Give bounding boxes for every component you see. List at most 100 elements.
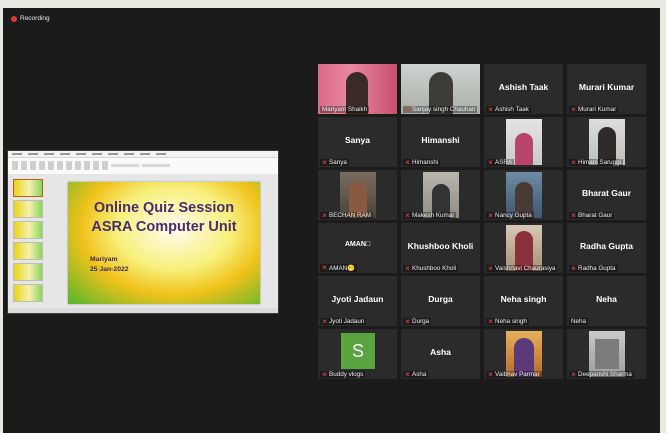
participant-name: Durga [412, 318, 430, 325]
participant-label: ⨯ Neha singh [486, 318, 529, 325]
mic-muted-icon: ⨯ [405, 265, 411, 272]
participant-name: Deepanshi Sharma [578, 371, 632, 378]
participant-name: Himani Saruggi [578, 159, 622, 166]
participant-tile[interactable]: ⨯ ASRA [484, 117, 563, 167]
participant-name: AMAN😶 [329, 265, 356, 272]
participant-label: ⨯ Durga [403, 318, 432, 325]
slide-thumbnail [13, 242, 43, 260]
mic-muted-icon: ⨯ [405, 159, 411, 166]
participant-name: Sanya [329, 159, 347, 166]
participant-display-name: Khushboo Kholi [407, 241, 474, 251]
participant-name: Makesh Kumar [412, 212, 455, 219]
participant-tile[interactable]: Mariyam Shaikh [318, 64, 397, 114]
participant-label: ⨯ Vaishnavi Chaurasiya [486, 265, 558, 272]
participant-tile[interactable]: ⨯ Sanjay singh Chauhan [401, 64, 480, 114]
participant-label: ⨯ Sanjay singh Chauhan [403, 106, 478, 113]
slide-date: 25 Jan-2022 [90, 266, 129, 273]
participant-tile[interactable]: ⨯ Nancy Gupta [484, 170, 563, 220]
participant-tile[interactable]: ⨯ Deepanshi Sharma [567, 329, 646, 379]
participant-label: ⨯ ASRA [486, 159, 515, 166]
participant-display-name: Durga [428, 294, 453, 304]
participant-tile[interactable]: ⨯ BECHAN RAM [318, 170, 397, 220]
meeting-window: Recording Online Quiz Session ASRA Compu… [3, 8, 660, 433]
participant-tile[interactable]: Ashish Taak ⨯ Ashish Taak [484, 64, 563, 114]
mic-muted-icon: ⨯ [405, 371, 411, 378]
ribbon-tabs [8, 151, 278, 158]
mic-muted-icon: ⨯ [488, 265, 494, 272]
slide-thumbnails [10, 179, 44, 305]
participant-tile[interactable]: Bharat Gaur ⨯ Bharat Gaur [567, 170, 646, 220]
participant-label: ⨯ Vaibhav Parmar [486, 371, 542, 378]
video-person [515, 133, 533, 165]
participant-tile[interactable]: Himanshi ⨯ Himanshi [401, 117, 480, 167]
recording-label: Recording [20, 15, 50, 22]
participant-label: ⨯ Khushboo Kholi [403, 265, 459, 272]
participant-display-name: Neha singh [500, 294, 547, 304]
slide-thumbnail [13, 263, 43, 281]
participant-tile[interactable]: ⨯ Makesh Kumar [401, 170, 480, 220]
mic-muted-icon: ⨯ [488, 106, 494, 113]
mic-muted-icon: ⨯ [405, 212, 411, 219]
participant-tile[interactable]: Sanya ⨯ Sanya [318, 117, 397, 167]
participant-tile[interactable]: ⨯ Vaibhav Parmar [484, 329, 563, 379]
mic-muted-icon: ⨯ [571, 159, 577, 166]
slide-title-line2: ASRA Computer Unit [91, 219, 237, 235]
participant-label: ⨯ Makesh Kumar [403, 212, 457, 219]
participant-label: ⨯ Ashish Taak [486, 106, 531, 113]
participant-tile[interactable]: ⨯ Vaishnavi Chaurasiya [484, 223, 563, 273]
participant-label: ⨯ Himani Saruggi [569, 159, 624, 166]
participant-name: Jyoti Jadaun [329, 318, 365, 325]
participant-tile[interactable]: Murari Kumar ⨯ Murari Kumar [567, 64, 646, 114]
mic-muted-icon: ⨯ [322, 371, 328, 378]
participant-display-name: Asha [430, 347, 451, 357]
participant-tile[interactable]: Neha singh ⨯ Neha singh [484, 276, 563, 326]
mic-muted-icon: ⨯ [488, 159, 494, 166]
slide-thumbnail [13, 221, 43, 239]
mic-muted-icon: ⨯ [488, 371, 494, 378]
mic-muted-icon: ⨯ [488, 318, 494, 325]
participant-tile[interactable]: AMAN□ ⨯ AMAN😶 [318, 223, 397, 273]
participant-tile[interactable]: Asha ⨯ Asha [401, 329, 480, 379]
participant-label: ⨯ Nancy Gupta [486, 212, 534, 219]
mic-muted-icon: ⨯ [322, 265, 328, 271]
participant-tile[interactable]: Durga ⨯ Durga [401, 276, 480, 326]
participant-display-name: Bharat Gaur [581, 188, 632, 198]
slide-presenter: Mariyam [90, 256, 118, 263]
participant-tile[interactable]: Jyoti Jadaun ⨯ Jyoti Jadaun [318, 276, 397, 326]
participant-tile[interactable]: S ⨯ Buddy vlogs [318, 329, 397, 379]
participant-label: ⨯ Himanshi [403, 159, 441, 166]
participant-name: Sanjay singh Chauhan [412, 106, 476, 113]
mic-muted-icon: ⨯ [322, 212, 328, 219]
participant-label: Mariyam Shaikh [320, 106, 370, 113]
participant-display-name: Jyoti Jadaun [331, 294, 384, 304]
participant-name: BECHAN RAM [329, 212, 372, 219]
participant-display-name: Sanya [344, 135, 371, 145]
participant-tile[interactable]: Radha Gupta ⨯ Radha Gupta [567, 223, 646, 273]
participant-name: Himanshi [412, 159, 439, 166]
mic-muted-icon: ⨯ [571, 212, 577, 219]
participant-label: ⨯ Bharat Gaur [569, 212, 615, 219]
participant-tile[interactable]: ⨯ Himani Saruggi [567, 117, 646, 167]
participant-label: ⨯ Sanya [320, 159, 349, 166]
participant-name: Ashish Taak [495, 106, 529, 113]
participant-name: Khushboo Kholi [412, 265, 457, 272]
participant-name: Murari Kumar [578, 106, 617, 113]
recording-indicator[interactable]: Recording [11, 15, 50, 22]
participant-label: ⨯ Radha Gupta [569, 265, 618, 272]
participant-label: ⨯ BECHAN RAM [320, 212, 374, 219]
participant-name: Radha Gupta [578, 265, 616, 272]
participant-display-name: Neha [596, 294, 617, 304]
participant-name: Buddy vlogs [329, 371, 364, 378]
slide-title: Online Quiz Session ASRA Computer Unit [68, 199, 260, 237]
slide-title-line1: Online Quiz Session [93, 200, 235, 216]
recording-dot-icon [11, 15, 17, 22]
participant-tile[interactable]: Neha Neha [567, 276, 646, 326]
mic-muted-icon: ⨯ [488, 212, 494, 219]
slide-thumbnail [13, 179, 43, 197]
participant-name: Neha singh [495, 318, 527, 325]
participant-tile[interactable]: Khushboo Kholi ⨯ Khushboo Kholi [401, 223, 480, 273]
presentation-editor: Online Quiz Session ASRA Computer Unit M… [8, 174, 278, 308]
participant-name: Asha [412, 371, 427, 378]
participant-display-name: Radha Gupta [580, 241, 633, 251]
shared-screen[interactable]: Online Quiz Session ASRA Computer Unit M… [7, 150, 279, 314]
